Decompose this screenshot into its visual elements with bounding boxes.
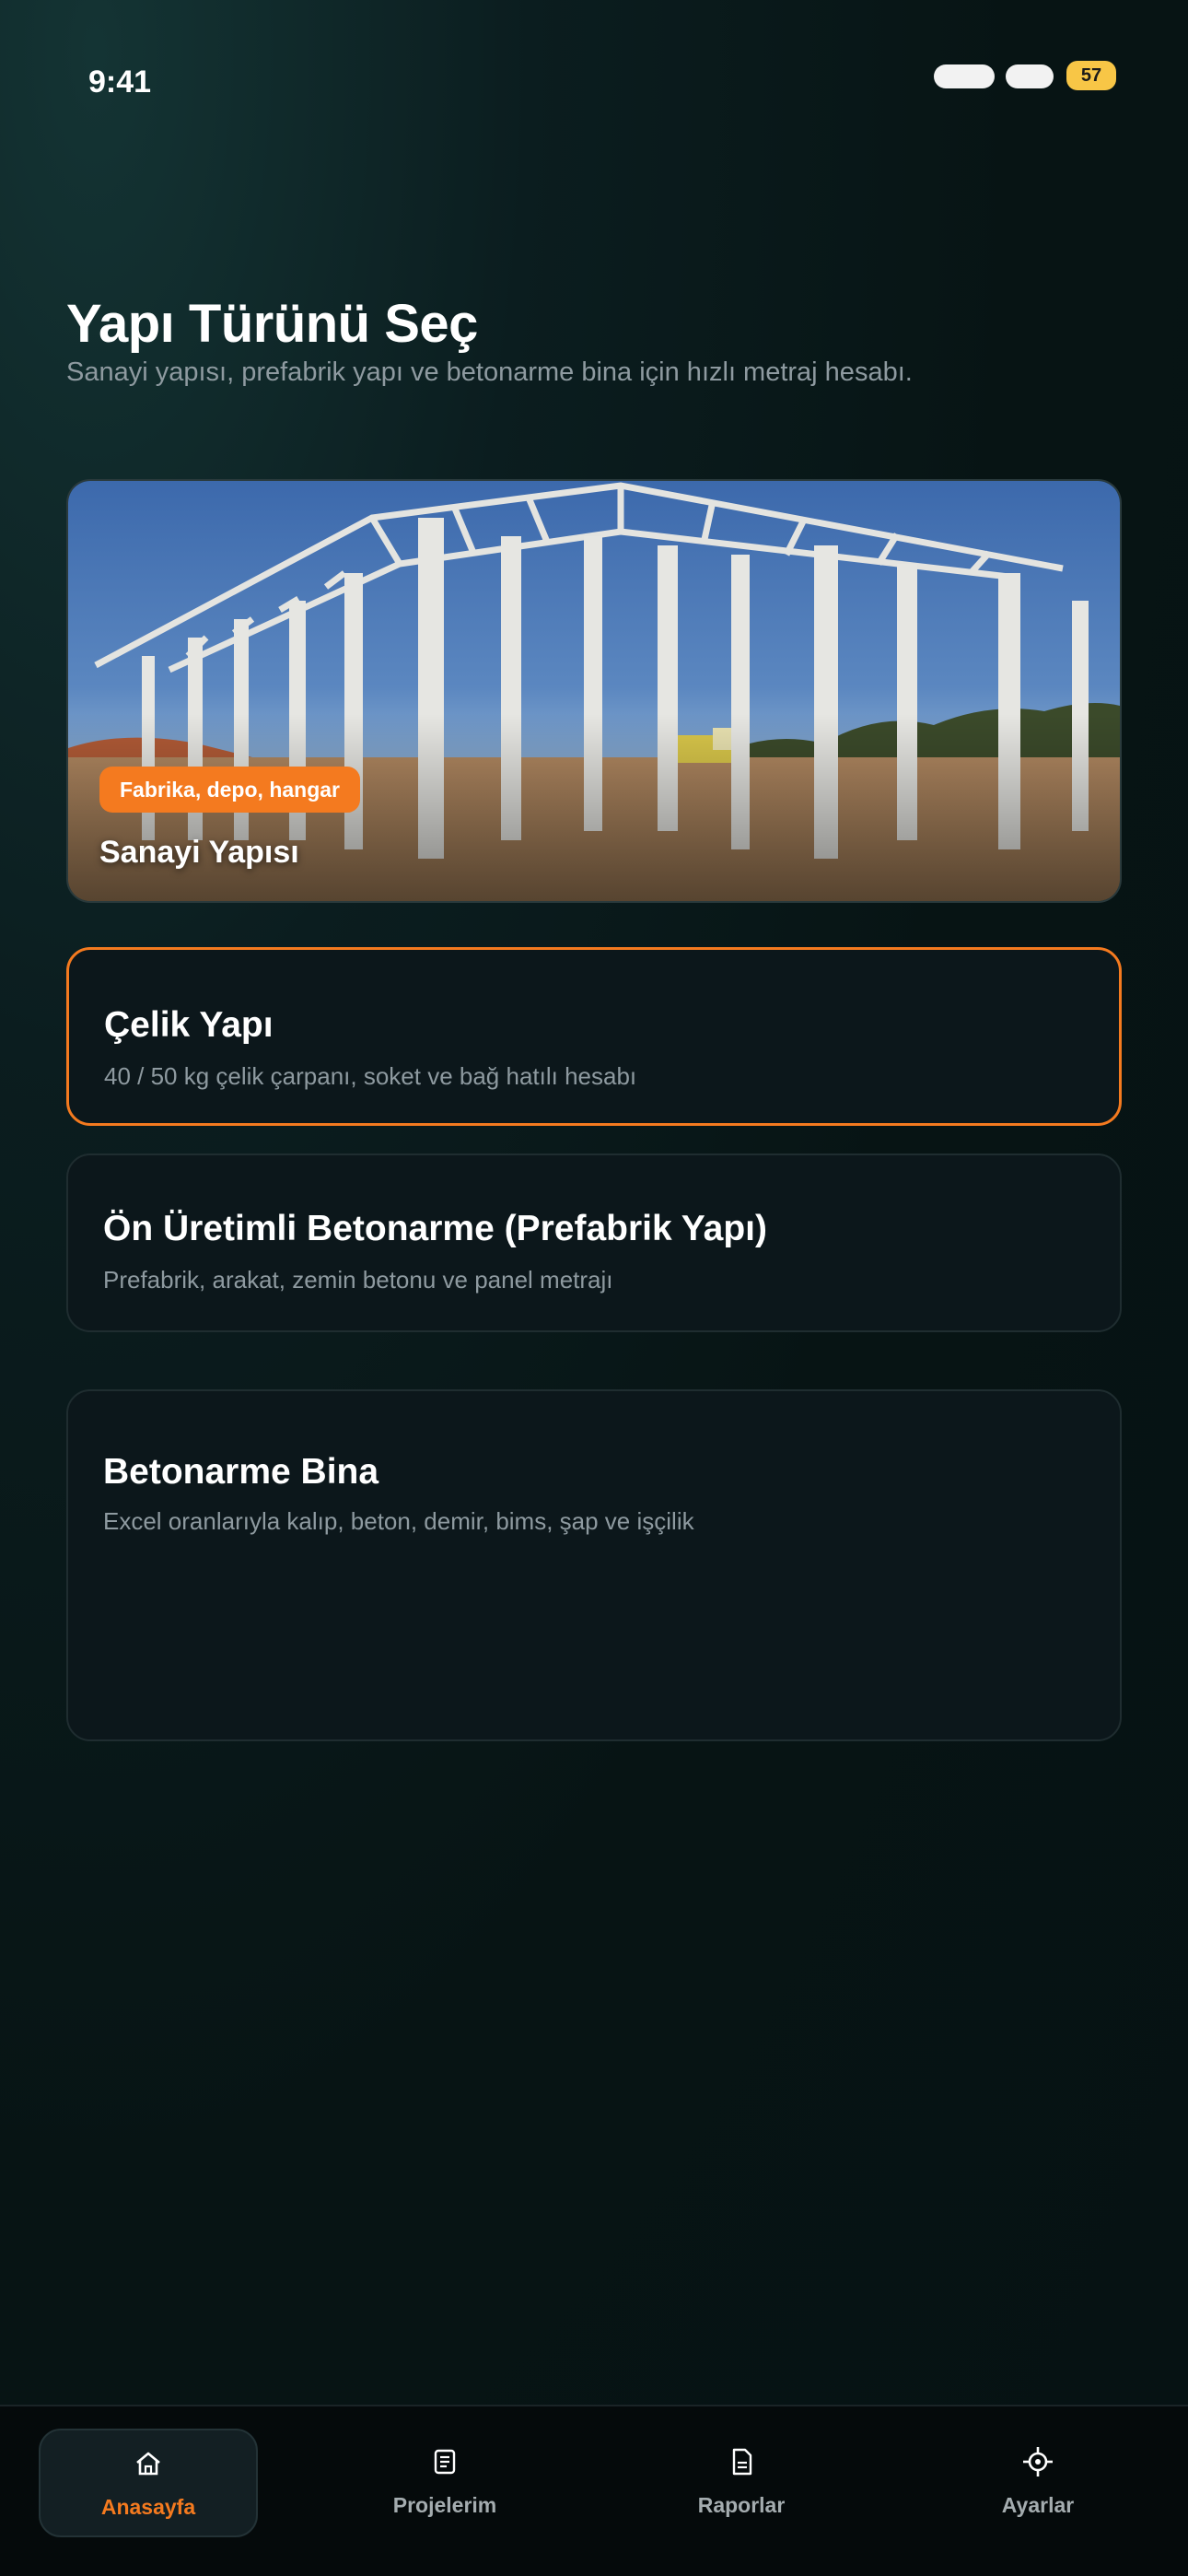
card-title: Ön Üretimli Betonarme (Prefabrik Yapı)	[103, 1209, 767, 1248]
settings-crosshair-icon	[1023, 2447, 1053, 2476]
status-bar: 9:41 57	[0, 0, 1188, 166]
tab-home[interactable]: Anasayfa	[39, 2429, 258, 2537]
card-description: 40 / 50 kg çelik çarpanı, soket ve bağ h…	[104, 1062, 637, 1090]
tab-reports[interactable]: Raporlar	[632, 2429, 851, 2537]
card-description: Excel oranlarıyla kalıp, beton, demir, b…	[103, 1507, 694, 1535]
tab-settings[interactable]: Ayarlar	[928, 2429, 1147, 2537]
tab-label: Ayarlar	[1001, 2493, 1075, 2517]
industrial-structure-card[interactable]: Fabrika, depo, hangar Sanayi Yapısı	[66, 479, 1122, 903]
card-title: Çelik Yapı	[104, 1005, 274, 1045]
list-icon	[434, 2449, 456, 2475]
tab-projects[interactable]: Projelerim	[335, 2429, 554, 2537]
wifi-indicator	[1006, 64, 1054, 88]
hero-badge: Fabrika, depo, hangar	[99, 767, 360, 813]
bottom-tab-bar: Anasayfa Projelerim Raporlar Ayarlar	[0, 2405, 1188, 2576]
card-description: Prefabrik, arakat, zemin betonu ve panel…	[103, 1266, 613, 1294]
card-title: Betonarme Bina	[103, 1452, 379, 1492]
tab-label: Anasayfa	[100, 2495, 196, 2519]
home-icon	[136, 2452, 160, 2476]
status-time: 9:41	[88, 64, 152, 100]
page-title: Yapı Türünü Seç	[66, 294, 478, 354]
reinforced-concrete-card[interactable]: Betonarme Bina Excel oranlarıyla kalıp, …	[66, 1389, 1122, 1741]
tab-label: Raporlar	[697, 2493, 786, 2517]
document-icon	[732, 2448, 752, 2476]
battery-indicator: 57	[1066, 61, 1116, 90]
signal-indicator	[934, 64, 995, 88]
tab-label: Projelerim	[392, 2493, 497, 2517]
steel-structure-card[interactable]: Çelik Yapı 40 / 50 kg çelik çarpanı, sok…	[66, 947, 1122, 1126]
hero-title: Sanayi Yapısı	[99, 835, 299, 870]
page-subtitle: Sanayi yapısı, prefabrik yapı ve betonar…	[66, 357, 913, 387]
prefabricated-structure-card[interactable]: Ön Üretimli Betonarme (Prefabrik Yapı) P…	[66, 1153, 1122, 1332]
